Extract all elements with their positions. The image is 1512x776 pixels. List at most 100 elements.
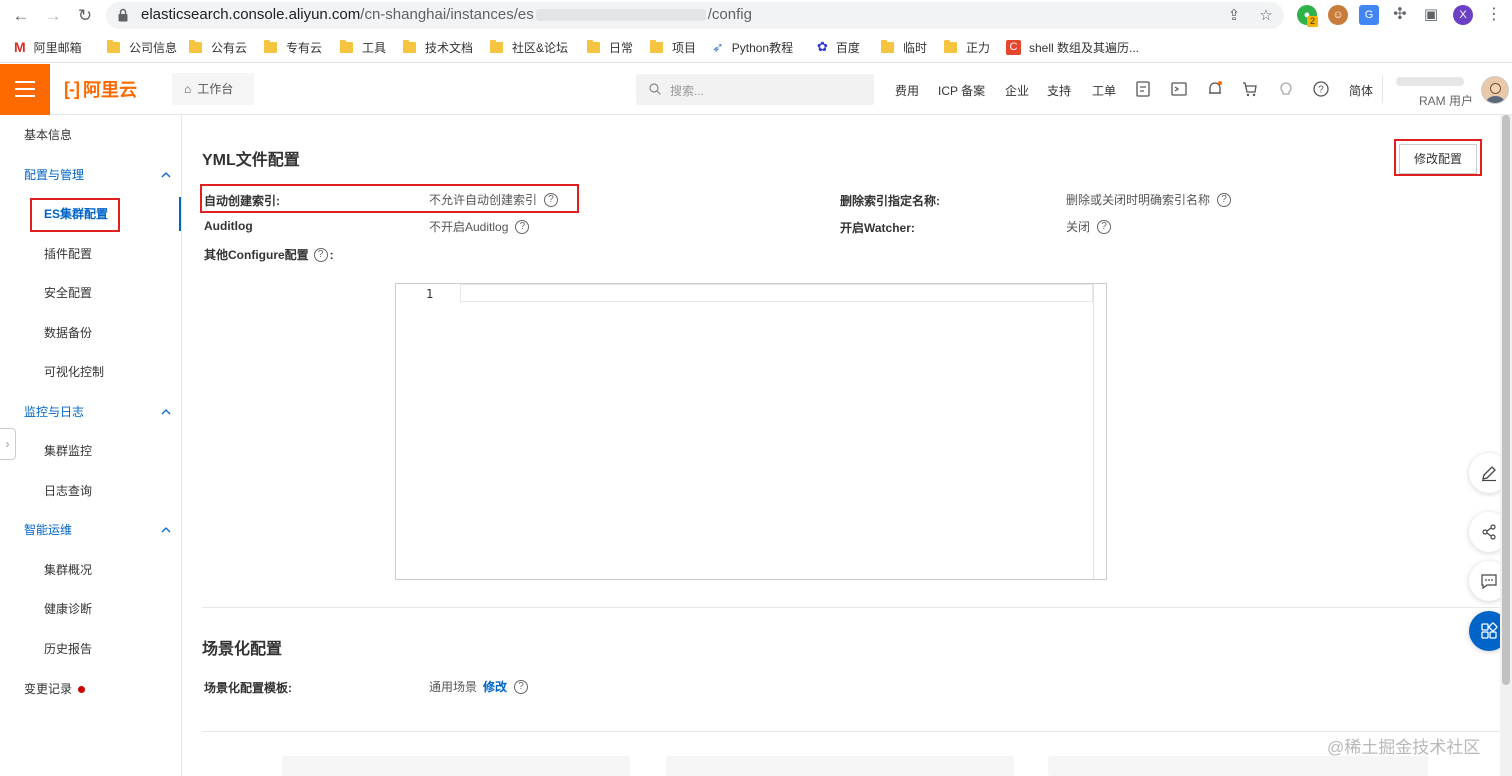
user-role: RAM 用户 <box>1419 94 1474 108</box>
bookmark-label: 公有云 <box>211 40 248 55</box>
main-content: YML文件配置 修改配置 自动创建索引: 不允许自动创建索引? 删除索引指定名称… <box>182 115 1500 776</box>
nav-ticket[interactable]: 工单 <box>1092 82 1116 99</box>
puzzle-icon[interactable]: ✣ <box>1390 5 1410 25</box>
bookmark-label: shell 数组及其遍历... <box>1029 40 1140 55</box>
document-icon[interactable] <box>1134 80 1152 98</box>
sidebar-item-backup[interactable]: 数据备份 <box>0 322 181 344</box>
bookmark-item[interactable]: 社区&论坛 <box>490 39 568 55</box>
scrollbar-thumb[interactable] <box>1502 115 1510 685</box>
bookmark-item[interactable]: 工具 <box>340 39 386 55</box>
sidebar-item-cluster-monitor[interactable]: 集群监控 <box>0 440 181 462</box>
sidebar-item-log-query[interactable]: 日志查询 <box>0 480 181 502</box>
bookmark-item[interactable]: Cshell 数组及其遍历... <box>1006 39 1139 55</box>
bookmark-item[interactable]: 正力 <box>944 39 990 55</box>
help-icon[interactable]: ? <box>1217 192 1232 207</box>
address-bar[interactable]: elasticsearch.console.aliyun.com/cn-shan… <box>106 2 1284 29</box>
search-input[interactable]: 搜索... <box>636 74 874 105</box>
sidebar-item-health-diagnosis[interactable]: 健康诊断 <box>0 598 181 620</box>
watcher-value: 关闭? <box>1066 218 1112 235</box>
nav-support[interactable]: 支持 <box>1047 82 1071 99</box>
sidebar-item-cluster-overview[interactable]: 集群概况 <box>0 559 181 581</box>
sidebar-group-config[interactable]: 配置与管理 <box>0 164 181 186</box>
sidebar-item-security-config[interactable]: 安全配置 <box>0 282 181 304</box>
menu-hamburger-icon[interactable] <box>0 64 50 115</box>
sidepanel-icon[interactable]: ▣ <box>1421 5 1441 25</box>
menu-kebab-icon[interactable]: ⋮ <box>1484 5 1504 25</box>
reload-icon[interactable]: ↻ <box>74 5 96 27</box>
terminal-icon[interactable] <box>1170 80 1188 98</box>
language-switch[interactable]: 简体 <box>1349 82 1373 99</box>
section-title-scenario: 场景化配置 <box>202 641 283 658</box>
bookmark-item[interactable]: 公有云 <box>189 39 247 55</box>
bookmark-item[interactable]: ➶ Python教程 <box>712 39 793 55</box>
help-icon[interactable]: ? <box>1097 219 1112 234</box>
delete-index-label: 删除索引指定名称: <box>840 194 940 208</box>
auto-index-value-text: 不允许自动创建索引 <box>429 193 538 207</box>
baidu-paw-icon: ✿ <box>817 39 828 54</box>
folder-icon <box>403 39 416 53</box>
modify-link[interactable]: 修改 <box>483 678 507 695</box>
bell-icon[interactable] <box>1206 80 1224 98</box>
help-circle-icon[interactable]: ? <box>1312 80 1330 98</box>
highlight-box <box>1394 139 1482 176</box>
home-icon: ⌂ <box>184 82 192 96</box>
sidebar-item-change-log[interactable]: 变更记录 <box>0 678 181 700</box>
rocket-icon: ➶ <box>712 38 724 55</box>
help-icon[interactable]: ? <box>544 192 559 207</box>
yml-code-editor[interactable]: 1 <box>395 283 1107 580</box>
sidebar-group-monitoring[interactable]: 监控与日志 <box>0 401 181 423</box>
bookmark-item[interactable]: 日常 <box>587 39 633 55</box>
lightbulb-icon[interactable] <box>1277 80 1295 98</box>
editor-current-line[interactable] <box>460 284 1093 302</box>
bookmark-item[interactable]: 专有云 <box>264 39 322 55</box>
forward-arrow-icon[interactable]: → <box>42 5 64 27</box>
bookmark-item[interactable]: ✿ 百度 <box>817 39 860 55</box>
help-icon[interactable]: ? <box>515 219 530 234</box>
bookmark-label: Python教程 <box>731 40 794 55</box>
bookmark-item[interactable]: M 阿里邮箱 <box>14 39 82 55</box>
share-icon[interactable]: ⇪ <box>1224 6 1244 26</box>
folder-icon <box>189 39 202 53</box>
nav-fees[interactable]: 费用 <box>895 82 919 99</box>
bookmark-item[interactable]: 临时 <box>881 39 927 55</box>
section-divider <box>202 731 1500 732</box>
nav-enterprise[interactable]: 企业 <box>1005 82 1029 99</box>
aliyun-logo[interactable]: [-] 阿里云 <box>64 78 137 101</box>
sidebar-item-basic-info[interactable]: 基本信息 <box>0 124 181 146</box>
bookmark-label: 工具 <box>362 40 387 55</box>
translate-icon[interactable]: G <box>1359 5 1379 25</box>
url-host: elasticsearch.console.aliyun.com <box>141 6 361 23</box>
editor-scrollbar[interactable] <box>1093 284 1106 579</box>
cart-icon[interactable] <box>1241 80 1259 98</box>
sidebar-item-visualization[interactable]: 可视化控制 <box>0 361 181 383</box>
nav-icp[interactable]: ICP 备案 <box>938 82 985 99</box>
folder-icon <box>650 39 663 53</box>
sidebar-group-smart-ops[interactable]: 智能运维 <box>0 519 181 541</box>
bookmark-item[interactable]: 项目 <box>650 39 696 55</box>
bookmark-item[interactable]: 公司信息 <box>107 39 177 55</box>
share-nodes-icon <box>1482 524 1496 540</box>
auditlog-value: 不开启Auditlog? <box>429 218 530 235</box>
csdn-icon: C <box>1006 39 1021 55</box>
placeholder-card <box>1048 756 1428 776</box>
help-icon[interactable]: ? <box>514 679 529 694</box>
profile-avatar[interactable]: X <box>1453 5 1473 25</box>
sidebar-item-plugin-config[interactable]: 插件配置 <box>0 243 181 265</box>
workbench-button[interactable]: ⌂ 工作台 <box>172 73 254 105</box>
sidebar-item-history-report[interactable]: 历史报告 <box>0 638 181 660</box>
back-arrow-icon[interactable]: ← <box>10 5 32 27</box>
page-scrollbar[interactable] <box>1500 115 1512 776</box>
divider <box>1382 76 1383 103</box>
avatar[interactable] <box>1481 76 1509 104</box>
sidebar-collapse-toggle[interactable]: › <box>0 428 16 460</box>
delete-index-value: 删除或关闭时明确索引名称? <box>1066 191 1232 208</box>
editor-gutter: 1 <box>396 284 459 579</box>
bookmark-item[interactable]: 技术文档 <box>403 39 473 55</box>
notification-dot <box>78 686 86 694</box>
help-icon[interactable]: ? <box>313 247 328 262</box>
line-number: 1 <box>426 287 434 301</box>
star-icon[interactable]: ☆ <box>1256 6 1276 26</box>
lock-icon <box>118 8 128 22</box>
extension-monkey-icon[interactable]: ☺ <box>1328 5 1348 25</box>
placeholder-card <box>666 756 1014 776</box>
